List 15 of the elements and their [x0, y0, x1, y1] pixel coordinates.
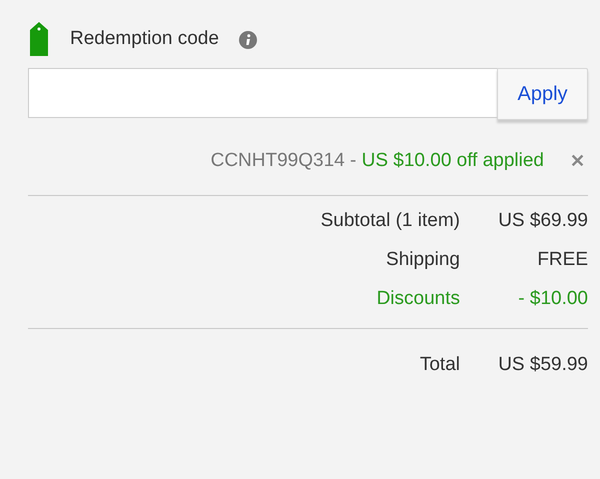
- apply-button[interactable]: Apply: [497, 68, 588, 120]
- applied-code-message: CCNHT99Q314 - US $10.00 off applied: [210, 150, 544, 172]
- remove-icon[interactable]: ✕: [570, 150, 585, 172]
- info-icon[interactable]: [238, 31, 257, 49]
- redemption-code-field[interactable]: [28, 68, 497, 118]
- summary-label: Discounts: [376, 288, 460, 310]
- total-value: US $59.99: [497, 354, 588, 376]
- summary-label: Subtotal (1 item): [320, 210, 460, 232]
- summary-value: US $69.99: [497, 210, 588, 232]
- summary-value: FREE: [536, 249, 588, 271]
- summary-label: Shipping: [385, 249, 460, 271]
- summary-value: - $10.00: [517, 288, 588, 310]
- tag-icon: [30, 22, 48, 56]
- redemption-label: Redemption code: [70, 28, 219, 50]
- total-label: Total: [420, 354, 460, 376]
